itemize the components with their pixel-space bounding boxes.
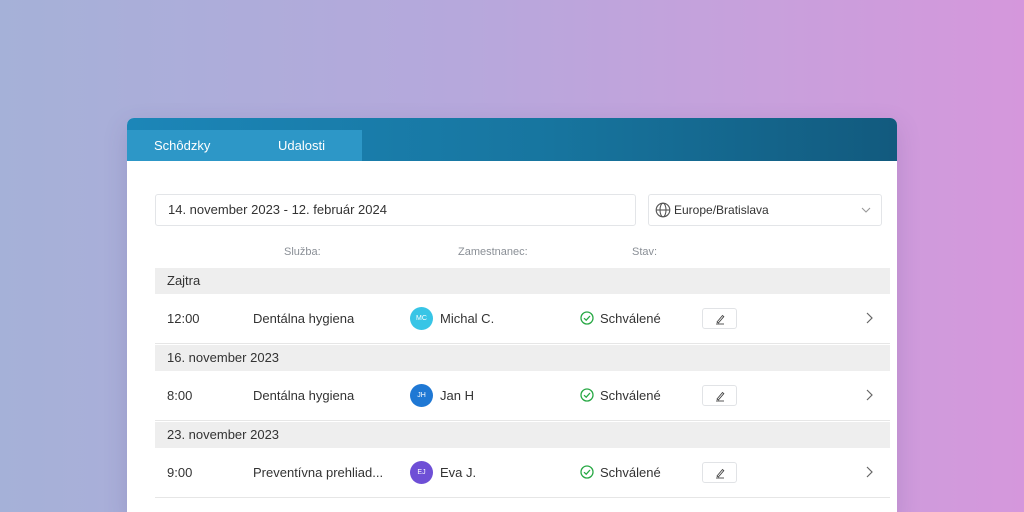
employee-name: Jan H <box>440 388 474 403</box>
date-group-header: Zajtra <box>155 268 890 294</box>
appointment-row[interactable]: 8:00 Dentálna hygiena JH Jan H Schválené <box>155 371 890 421</box>
tab-bar: Schôdzky Udalosti <box>127 118 897 161</box>
appointment-time: 12:00 <box>167 311 200 326</box>
timezone-value: Europe/Bratislava <box>674 203 769 217</box>
appointment-service: Dentálna hygiena <box>253 311 355 326</box>
employee-name: Eva J. <box>440 465 477 480</box>
avatar: EJ <box>410 461 433 484</box>
check-circle-icon <box>580 388 594 402</box>
sign-button[interactable] <box>702 385 737 406</box>
avatar: MC <box>410 307 433 330</box>
appointment-time: 8:00 <box>167 388 193 403</box>
employee-name: Michal C. <box>440 311 495 326</box>
chevron-down-icon <box>861 207 871 213</box>
column-header-status: Stav: <box>632 246 658 258</box>
appointment-row[interactable]: 12:00 Dentálna hygiena MC Michal C. Schv… <box>155 294 890 344</box>
pen-icon <box>716 314 725 325</box>
appointment-row[interactable]: 9:00 Preventívna prehliad... EJ Eva J. S… <box>155 448 890 498</box>
avatar: JH <box>410 384 433 407</box>
chevron-right-icon[interactable] <box>865 312 873 324</box>
status-label: Schválené <box>600 388 661 403</box>
status-label: Schválené <box>600 465 661 480</box>
date-group-header: 23. november 2023 <box>155 422 890 448</box>
column-header-employee: Zamestnanec: <box>458 246 528 258</box>
appointment-service: Dentálna hygiena <box>253 388 355 403</box>
globe-icon <box>655 202 671 218</box>
timezone-select[interactable]: Europe/Bratislava <box>648 194 882 226</box>
tab-appointments[interactable]: Schôdzky <box>154 130 210 161</box>
chevron-right-icon[interactable] <box>865 466 873 478</box>
pen-icon <box>716 391 725 402</box>
tab-events[interactable]: Udalosti <box>278 130 325 161</box>
chevron-right-icon[interactable] <box>865 389 873 401</box>
column-header-service: Služba: <box>284 246 321 258</box>
sign-button[interactable] <box>702 462 737 483</box>
status-label: Schválené <box>600 311 661 326</box>
date-group-header: 16. november 2023 <box>155 345 890 371</box>
check-circle-icon <box>580 311 594 325</box>
check-circle-icon <box>580 465 594 479</box>
pen-icon <box>716 468 725 479</box>
appointments-panel: Schôdzky Udalosti 14. november 2023 - 12… <box>127 118 897 512</box>
date-range-input[interactable]: 14. november 2023 - 12. február 2024 <box>155 194 636 226</box>
appointment-service: Preventívna prehliad... <box>253 465 384 480</box>
sign-button[interactable] <box>702 308 737 329</box>
appointment-time: 9:00 <box>167 465 193 480</box>
